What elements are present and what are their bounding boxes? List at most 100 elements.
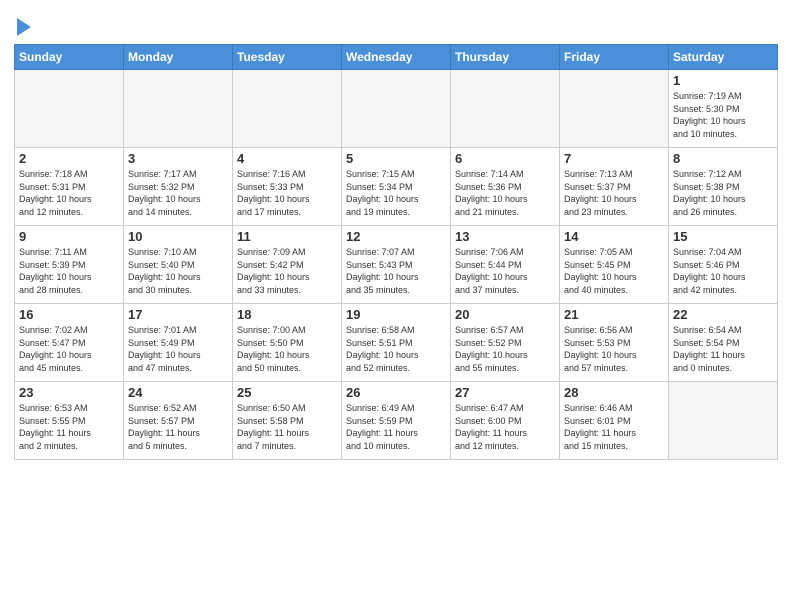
calendar-cell: 8 Sunrise: 7:12 AM Sunset: 5:38 PM Daylig… bbox=[669, 148, 778, 226]
day-info: Sunrise: 6:47 AM Sunset: 6:00 PM Dayligh… bbox=[455, 402, 555, 452]
calendar-cell: 1 Sunrise: 7:19 AM Sunset: 5:30 PM Daylig… bbox=[669, 70, 778, 148]
day-number: 13 bbox=[455, 229, 555, 244]
weekday-header-sunday: Sunday bbox=[15, 45, 124, 70]
day-number: 3 bbox=[128, 151, 228, 166]
day-number: 17 bbox=[128, 307, 228, 322]
day-number: 6 bbox=[455, 151, 555, 166]
day-info: Sunrise: 7:02 AM Sunset: 5:47 PM Dayligh… bbox=[19, 324, 119, 374]
day-info: Sunrise: 6:56 AM Sunset: 5:53 PM Dayligh… bbox=[564, 324, 664, 374]
calendar-cell: 26 Sunrise: 6:49 AM Sunset: 5:59 PM Dayli… bbox=[342, 382, 451, 460]
day-info: Sunrise: 7:17 AM Sunset: 5:32 PM Dayligh… bbox=[128, 168, 228, 218]
day-info: Sunrise: 6:58 AM Sunset: 5:51 PM Dayligh… bbox=[346, 324, 446, 374]
day-number: 4 bbox=[237, 151, 337, 166]
calendar-week-3: 16Sunrise: 7:02 AM Sunset: 5:47 PM Dayli… bbox=[15, 304, 778, 382]
day-number: 27 bbox=[455, 385, 555, 400]
day-number: 26 bbox=[346, 385, 446, 400]
day-info: Sunrise: 7:04 AM Sunset: 5:46 PM Dayligh… bbox=[673, 246, 773, 296]
calendar-cell bbox=[451, 70, 560, 148]
day-info: Sunrise: 6:53 AM Sunset: 5:55 PM Dayligh… bbox=[19, 402, 119, 452]
calendar-cell: 27 Sunrise: 6:47 AM Sunset: 6:00 PM Dayli… bbox=[451, 382, 560, 460]
calendar-cell: 14Sunrise: 7:05 AM Sunset: 5:45 PM Dayli… bbox=[560, 226, 669, 304]
calendar-cell: 9Sunrise: 7:11 AM Sunset: 5:39 PM Daylig… bbox=[15, 226, 124, 304]
calendar-cell: 12 Sunrise: 7:07 AM Sunset: 5:43 PM Dayli… bbox=[342, 226, 451, 304]
weekday-header-monday: Monday bbox=[124, 45, 233, 70]
page: SundayMondayTuesdayWednesdayThursdayFrid… bbox=[0, 0, 792, 612]
calendar-cell: 19 Sunrise: 6:58 AM Sunset: 5:51 PM Dayli… bbox=[342, 304, 451, 382]
calendar-cell: 24 Sunrise: 6:52 AM Sunset: 5:57 PM Dayli… bbox=[124, 382, 233, 460]
header bbox=[14, 12, 778, 36]
calendar-week-0: 1 Sunrise: 7:19 AM Sunset: 5:30 PM Daylig… bbox=[15, 70, 778, 148]
day-number: 10 bbox=[128, 229, 228, 244]
weekday-header-row: SundayMondayTuesdayWednesdayThursdayFrid… bbox=[15, 45, 778, 70]
day-number: 1 bbox=[673, 73, 773, 88]
day-number: 25 bbox=[237, 385, 337, 400]
calendar-cell: 17 Sunrise: 7:01 AM Sunset: 5:49 PM Dayli… bbox=[124, 304, 233, 382]
calendar-cell: 16Sunrise: 7:02 AM Sunset: 5:47 PM Dayli… bbox=[15, 304, 124, 382]
calendar-cell: 22Sunrise: 6:54 AM Sunset: 5:54 PM Dayli… bbox=[669, 304, 778, 382]
calendar-week-4: 23Sunrise: 6:53 AM Sunset: 5:55 PM Dayli… bbox=[15, 382, 778, 460]
day-number: 14 bbox=[564, 229, 664, 244]
day-info: Sunrise: 7:13 AM Sunset: 5:37 PM Dayligh… bbox=[564, 168, 664, 218]
day-info: Sunrise: 7:14 AM Sunset: 5:36 PM Dayligh… bbox=[455, 168, 555, 218]
day-info: Sunrise: 7:00 AM Sunset: 5:50 PM Dayligh… bbox=[237, 324, 337, 374]
calendar-week-1: 2Sunrise: 7:18 AM Sunset: 5:31 PM Daylig… bbox=[15, 148, 778, 226]
calendar-cell: 6 Sunrise: 7:14 AM Sunset: 5:36 PM Daylig… bbox=[451, 148, 560, 226]
day-info: Sunrise: 7:19 AM Sunset: 5:30 PM Dayligh… bbox=[673, 90, 773, 140]
day-info: Sunrise: 6:52 AM Sunset: 5:57 PM Dayligh… bbox=[128, 402, 228, 452]
day-number: 15 bbox=[673, 229, 773, 244]
calendar-cell: 20 Sunrise: 6:57 AM Sunset: 5:52 PM Dayli… bbox=[451, 304, 560, 382]
day-number: 18 bbox=[237, 307, 337, 322]
calendar-cell: 23Sunrise: 6:53 AM Sunset: 5:55 PM Dayli… bbox=[15, 382, 124, 460]
day-info: Sunrise: 7:11 AM Sunset: 5:39 PM Dayligh… bbox=[19, 246, 119, 296]
weekday-header-tuesday: Tuesday bbox=[233, 45, 342, 70]
calendar-cell: 2Sunrise: 7:18 AM Sunset: 5:31 PM Daylig… bbox=[15, 148, 124, 226]
calendar-cell: 4Sunrise: 7:16 AM Sunset: 5:33 PM Daylig… bbox=[233, 148, 342, 226]
weekday-header-thursday: Thursday bbox=[451, 45, 560, 70]
calendar-cell bbox=[15, 70, 124, 148]
weekday-header-saturday: Saturday bbox=[669, 45, 778, 70]
calendar-cell bbox=[669, 382, 778, 460]
calendar-cell bbox=[342, 70, 451, 148]
weekday-header-wednesday: Wednesday bbox=[342, 45, 451, 70]
calendar-cell: 18 Sunrise: 7:00 AM Sunset: 5:50 PM Dayli… bbox=[233, 304, 342, 382]
day-info: Sunrise: 6:46 AM Sunset: 6:01 PM Dayligh… bbox=[564, 402, 664, 452]
day-number: 19 bbox=[346, 307, 446, 322]
day-info: Sunrise: 7:09 AM Sunset: 5:42 PM Dayligh… bbox=[237, 246, 337, 296]
day-info: Sunrise: 7:12 AM Sunset: 5:38 PM Dayligh… bbox=[673, 168, 773, 218]
day-info: Sunrise: 6:50 AM Sunset: 5:58 PM Dayligh… bbox=[237, 402, 337, 452]
calendar-cell: 15 Sunrise: 7:04 AM Sunset: 5:46 PM Dayli… bbox=[669, 226, 778, 304]
calendar-cell bbox=[560, 70, 669, 148]
calendar-cell: 11 Sunrise: 7:09 AM Sunset: 5:42 PM Dayli… bbox=[233, 226, 342, 304]
logo-arrow-icon bbox=[17, 18, 31, 36]
day-info: Sunrise: 7:06 AM Sunset: 5:44 PM Dayligh… bbox=[455, 246, 555, 296]
day-number: 28 bbox=[564, 385, 664, 400]
day-number: 11 bbox=[237, 229, 337, 244]
calendar-table: SundayMondayTuesdayWednesdayThursdayFrid… bbox=[14, 44, 778, 460]
calendar-cell bbox=[233, 70, 342, 148]
calendar-cell: 21 Sunrise: 6:56 AM Sunset: 5:53 PM Dayli… bbox=[560, 304, 669, 382]
calendar-cell: 3 Sunrise: 7:17 AM Sunset: 5:32 PM Daylig… bbox=[124, 148, 233, 226]
day-number: 22 bbox=[673, 307, 773, 322]
day-info: Sunrise: 7:18 AM Sunset: 5:31 PM Dayligh… bbox=[19, 168, 119, 218]
day-info: Sunrise: 7:10 AM Sunset: 5:40 PM Dayligh… bbox=[128, 246, 228, 296]
calendar-cell: 28 Sunrise: 6:46 AM Sunset: 6:01 PM Dayli… bbox=[560, 382, 669, 460]
day-number: 24 bbox=[128, 385, 228, 400]
day-number: 12 bbox=[346, 229, 446, 244]
weekday-header-friday: Friday bbox=[560, 45, 669, 70]
day-number: 20 bbox=[455, 307, 555, 322]
day-number: 7 bbox=[564, 151, 664, 166]
calendar-cell: 7 Sunrise: 7:13 AM Sunset: 5:37 PM Daylig… bbox=[560, 148, 669, 226]
calendar-week-2: 9Sunrise: 7:11 AM Sunset: 5:39 PM Daylig… bbox=[15, 226, 778, 304]
calendar-cell bbox=[124, 70, 233, 148]
day-info: Sunrise: 7:15 AM Sunset: 5:34 PM Dayligh… bbox=[346, 168, 446, 218]
day-info: Sunrise: 6:57 AM Sunset: 5:52 PM Dayligh… bbox=[455, 324, 555, 374]
day-info: Sunrise: 7:01 AM Sunset: 5:49 PM Dayligh… bbox=[128, 324, 228, 374]
day-number: 21 bbox=[564, 307, 664, 322]
calendar-cell: 13 Sunrise: 7:06 AM Sunset: 5:44 PM Dayli… bbox=[451, 226, 560, 304]
day-info: Sunrise: 6:49 AM Sunset: 5:59 PM Dayligh… bbox=[346, 402, 446, 452]
calendar-cell: 25 Sunrise: 6:50 AM Sunset: 5:58 PM Dayli… bbox=[233, 382, 342, 460]
calendar-cell: 5 Sunrise: 7:15 AM Sunset: 5:34 PM Daylig… bbox=[342, 148, 451, 226]
day-number: 5 bbox=[346, 151, 446, 166]
day-info: Sunrise: 7:07 AM Sunset: 5:43 PM Dayligh… bbox=[346, 246, 446, 296]
day-number: 8 bbox=[673, 151, 773, 166]
